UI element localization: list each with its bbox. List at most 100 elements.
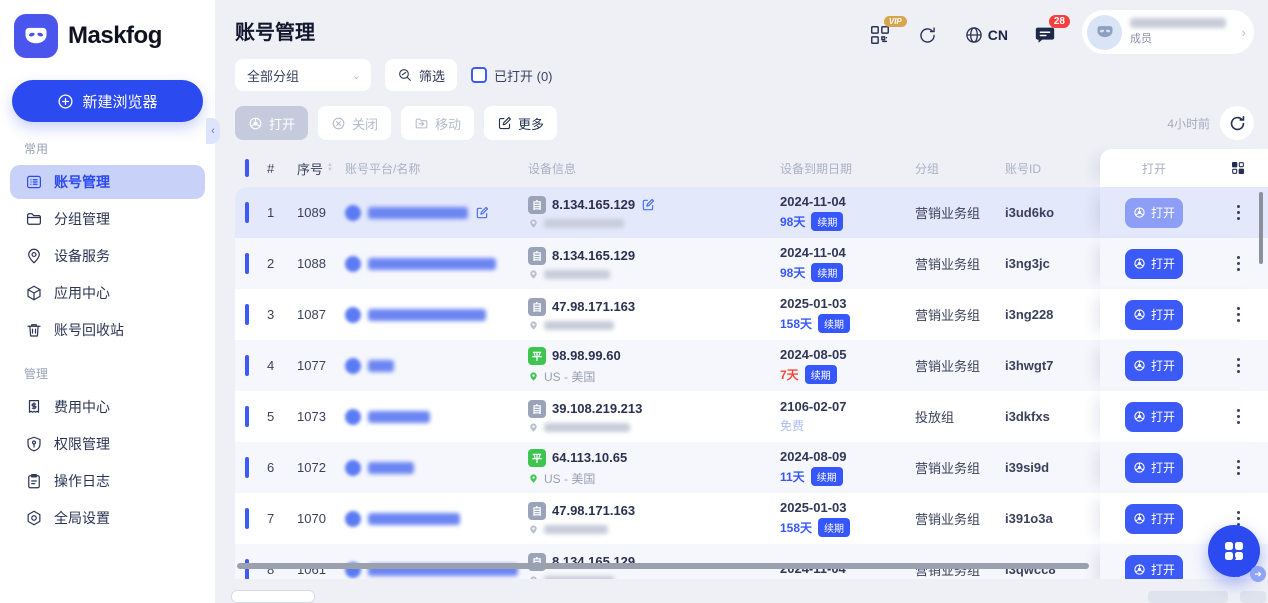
row-checkbox[interactable] xyxy=(245,508,249,529)
row-open-button[interactable]: 打开 xyxy=(1125,351,1183,381)
renew-badge[interactable]: 续期 xyxy=(811,263,843,282)
sidebar-item-permission-management[interactable]: 权限管理 xyxy=(10,427,205,461)
horizontal-scrollbar[interactable] xyxy=(237,563,1089,569)
sidebar-item-operation-logs[interactable]: 操作日志 xyxy=(10,464,205,498)
row-more-menu[interactable] xyxy=(1233,456,1244,479)
table-row[interactable]: 6 1072 平 64.113.10.65 US - 美国 2024-08-09… xyxy=(235,442,1268,493)
edit-name-icon[interactable] xyxy=(475,206,489,220)
messages-button[interactable]: 28 xyxy=(1034,24,1056,46)
group-select[interactable]: 全部分组 ⌄ xyxy=(235,59,371,91)
row-checkbox[interactable] xyxy=(245,406,249,427)
language-selector[interactable]: CN xyxy=(964,25,1008,45)
row-open-button[interactable]: 打开 xyxy=(1125,402,1183,432)
row-account-id: i3ng228 xyxy=(1005,307,1100,322)
days-remaining: 11天 xyxy=(780,468,805,485)
row-device-info: 自 8.134.165.129 xyxy=(528,247,780,281)
row-open-button[interactable]: 打开 xyxy=(1125,453,1183,483)
row-device-info: 自 39.108.219.213 xyxy=(528,400,780,434)
col-open: 打开 xyxy=(1100,160,1208,177)
sidebar-item-app-center[interactable]: 应用中心 xyxy=(10,276,205,310)
expiry-date: 2024-08-05 xyxy=(780,347,915,362)
row-checkbox[interactable] xyxy=(245,304,249,325)
table-row[interactable]: 3 1087 自 47.98.171.163 2025-01-03 158天 续… xyxy=(235,289,1268,340)
sidebar-collapse-button[interactable]: ‹ xyxy=(206,118,220,144)
row-more-menu[interactable] xyxy=(1233,354,1244,377)
ip-address: 39.108.219.213 xyxy=(552,401,642,416)
sidebar-item-cost-center[interactable]: 费用中心 xyxy=(10,390,205,424)
row-checkbox[interactable] xyxy=(245,202,249,223)
row-more-menu[interactable] xyxy=(1233,405,1244,428)
renew-badge[interactable]: 续期 xyxy=(805,365,837,384)
sidebar: Maskfog 新建浏览器 常用 账号管理 分组管理 设备服务 应用中心 账号回… xyxy=(0,0,215,603)
table-row[interactable]: 1 1089 自 8.134.165.129 2024-11-04 98天 续期 xyxy=(235,187,1268,238)
row-open-button[interactable]: 打开 xyxy=(1125,198,1183,228)
opened-filter-checkbox[interactable]: 已打开 (0) xyxy=(471,66,553,85)
sidebar-item-account-management[interactable]: 账号管理 xyxy=(10,165,205,199)
location-pin-icon xyxy=(528,319,539,332)
column-settings-button[interactable] xyxy=(1208,160,1268,176)
row-checkbox[interactable] xyxy=(245,457,249,478)
row-device-info: 自 8.134.165.129 xyxy=(528,196,780,230)
filter-button[interactable]: 筛选 xyxy=(385,59,457,91)
col-expiry: 设备到期日期 xyxy=(780,160,915,177)
row-open-button[interactable]: 打开 xyxy=(1125,504,1183,534)
ip-address: 8.134.165.129 xyxy=(552,197,635,212)
table-refresh-button[interactable] xyxy=(1220,106,1254,140)
sidebar-item-account-recycle-bin[interactable]: 账号回收站 xyxy=(10,313,205,347)
page-size-select[interactable] xyxy=(231,590,315,603)
row-open-button[interactable]: 打开 xyxy=(1125,249,1183,279)
ip-type-badge: 平 xyxy=(528,347,546,365)
row-device-info: 自 47.98.171.163 xyxy=(528,502,780,536)
table-row[interactable]: 8 1061 自 8.134.165.129 2024-11-04 xyxy=(235,544,1268,579)
row-more-menu[interactable] xyxy=(1233,201,1244,224)
table-row[interactable]: 5 1073 自 39.108.219.213 2106-02-07 免费 xyxy=(235,391,1268,442)
table-row[interactable]: 7 1070 自 47.98.171.163 2025-01-03 158天 续… xyxy=(235,493,1268,544)
new-browser-button[interactable]: 新建浏览器 xyxy=(12,80,203,122)
table-row[interactable]: 4 1077 平 98.98.99.60 US - 美国 2024-08-05 … xyxy=(235,340,1268,391)
more-actions-button[interactable]: 更多 xyxy=(484,106,557,140)
checkbox-icon[interactable] xyxy=(471,67,487,83)
open-selected-button[interactable]: 打开 xyxy=(235,106,308,140)
refresh-button[interactable] xyxy=(917,25,938,46)
platform-name-redacted xyxy=(368,258,496,270)
qr-scan-button[interactable]: VIP xyxy=(869,24,891,46)
fab-expand-arrow[interactable]: ➜ xyxy=(1250,566,1266,582)
user-profile-card[interactable]: 成员 › xyxy=(1082,10,1254,54)
pagination-control[interactable] xyxy=(1148,591,1228,603)
renew-badge[interactable]: 续期 xyxy=(811,212,843,231)
row-device-info: 自 47.98.171.163 xyxy=(528,298,780,332)
sidebar-item-device-services[interactable]: 设备服务 xyxy=(10,239,205,273)
row-platform-name xyxy=(345,511,528,527)
row-more-menu[interactable] xyxy=(1233,303,1244,326)
row-group: 营销业务组 xyxy=(915,254,1005,273)
sidebar-item-group-management[interactable]: 分组管理 xyxy=(10,202,205,236)
sort-icon[interactable]: ▲▼ xyxy=(327,163,333,173)
row-open-button[interactable]: 打开 xyxy=(1125,555,1183,580)
col-serial[interactable]: 序号▲▼ xyxy=(297,159,345,178)
close-selected-button[interactable]: 关闭 xyxy=(318,106,391,140)
renew-badge[interactable]: 续期 xyxy=(818,518,850,537)
ip-type-badge: 自 xyxy=(528,247,546,265)
edit-ip-icon[interactable] xyxy=(641,198,655,212)
platform-icon xyxy=(345,409,361,425)
move-selected-button[interactable]: 移动 xyxy=(401,106,474,140)
row-serial: 1087 xyxy=(297,307,345,322)
row-more-menu[interactable] xyxy=(1233,252,1244,275)
renew-badge[interactable]: 续期 xyxy=(811,467,843,486)
ip-address: 47.98.171.163 xyxy=(552,503,635,518)
chevron-down-icon: ⌄ xyxy=(352,69,361,82)
renew-badge[interactable]: 续期 xyxy=(818,314,850,333)
select-all-checkbox[interactable] xyxy=(245,159,249,177)
vertical-scrollbar[interactable] xyxy=(1259,192,1263,264)
row-checkbox[interactable] xyxy=(245,355,249,376)
ip-type-badge: 自 xyxy=(528,298,546,316)
table-row[interactable]: 2 1088 自 8.134.165.129 2024-11-04 98天 续期 xyxy=(235,238,1268,289)
row-checkbox[interactable] xyxy=(245,253,249,274)
cube-icon xyxy=(25,284,43,302)
pagination-control[interactable] xyxy=(1240,591,1266,603)
row-expiry: 2106-02-07 免费 xyxy=(780,399,915,434)
row-serial: 1073 xyxy=(297,409,345,424)
sidebar-item-global-settings[interactable]: 全局设置 xyxy=(10,501,205,535)
row-open-button[interactable]: 打开 xyxy=(1125,300,1183,330)
days-remaining: 158天 xyxy=(780,519,812,536)
